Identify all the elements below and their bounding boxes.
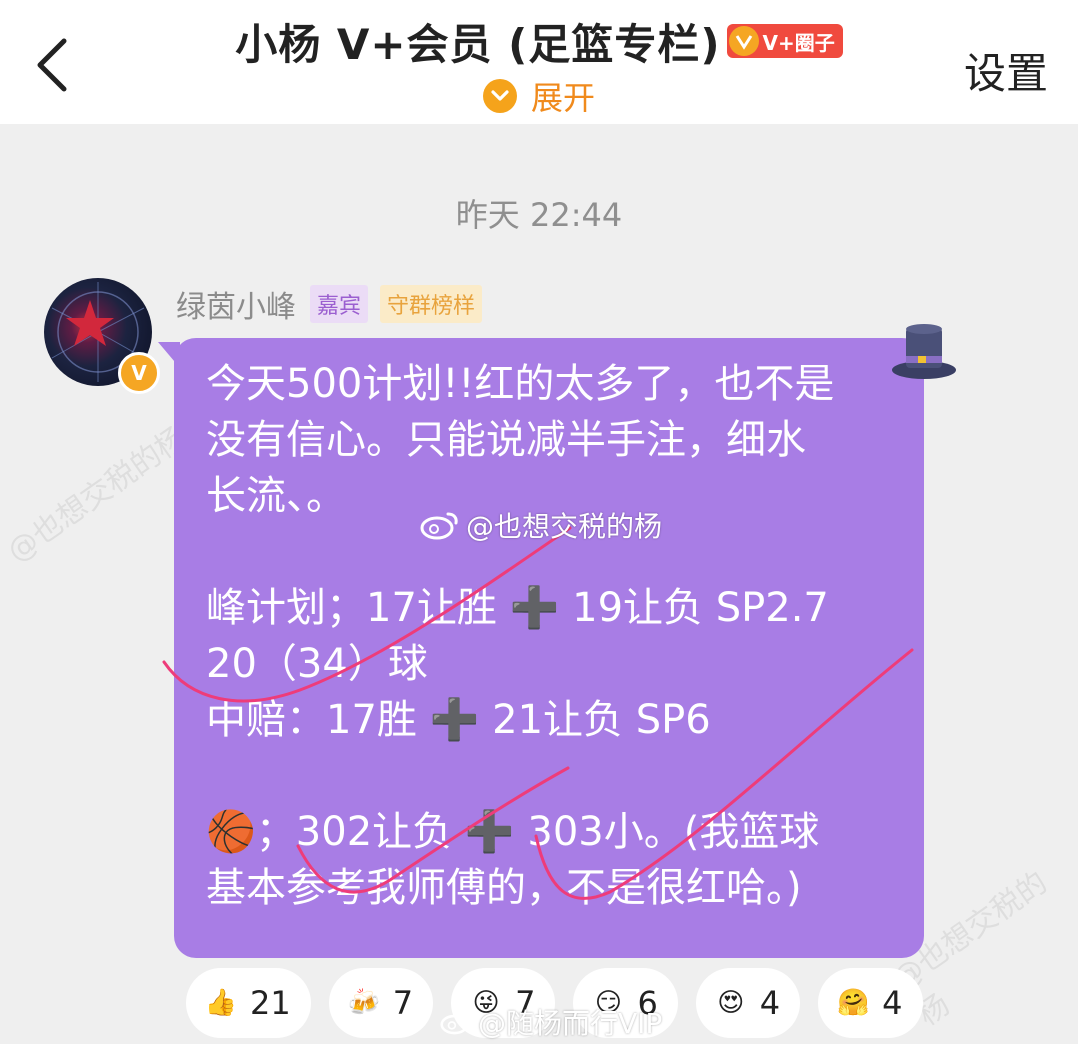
message-text: 今天500计划!!红的太多了，也不是 没有信心。只能说减半手注，细水 长流、。 …	[206, 356, 896, 916]
background-watermark: @也想交税的杨	[0, 420, 194, 570]
sender-row: 绿茵小峰 嘉宾 守群榜样	[176, 282, 483, 326]
message-line: 今天500计划!!红的太多了，也不是	[206, 361, 835, 407]
honor-tag: 守群榜样	[380, 285, 483, 323]
reaction-count: 4	[882, 984, 903, 1022]
chevron-down-icon	[482, 79, 517, 113]
reaction-count: 7	[392, 984, 414, 1022]
page-title: 小杨 V+会员 (足篮专栏)	[235, 19, 721, 69]
message-line: 20（34）球	[206, 641, 428, 687]
hug-face-icon: 🤗	[836, 988, 870, 1018]
weibo-logo-icon	[440, 1011, 473, 1035]
weibo-logo-icon	[420, 512, 458, 540]
watermark-text: @随杨而行VIP	[478, 1007, 663, 1040]
top-bar: 小杨 V+会员 (足篮专栏) V+圈子 展开 设置	[0, 0, 1078, 124]
reaction-chip[interactable]: 😍 4	[695, 968, 801, 1038]
reaction-count: 21	[250, 984, 291, 1022]
avatar[interactable]: V	[44, 278, 160, 394]
reaction-chip[interactable]: 🤗 4	[818, 968, 923, 1038]
reaction-count: 4	[759, 984, 781, 1022]
message-line: 中赔：17胜 ➕ 21让负 SP6	[206, 697, 711, 743]
heart-eyes-icon: 😍	[717, 988, 745, 1018]
title-row: 小杨 V+会员 (足篮专栏) V+圈子	[0, 10, 1078, 72]
thumbs-up-icon: 👍	[204, 988, 238, 1018]
weibo-watermark: @也想交税的杨	[420, 505, 662, 545]
expand-label: 展开	[530, 79, 595, 117]
watermark-text: @也想交税的杨	[466, 510, 663, 543]
weibo-watermark: @随杨而行VIP	[440, 1002, 662, 1042]
guest-tag: 嘉宾	[310, 285, 369, 323]
message-line: 基本参考我师傅的，不是很红哈。)	[206, 865, 802, 911]
expand-toggle[interactable]: 展开	[0, 74, 1078, 118]
message-line: 🏀；302让负 ➕ 303小。(我篮球	[206, 809, 820, 855]
reaction-chip[interactable]: 🍻 7	[328, 968, 434, 1038]
verified-badge-icon: V	[118, 352, 160, 394]
message-line: 没有信心。只能说减半手注，细水	[206, 417, 806, 463]
reaction-chip[interactable]: 👍 21	[186, 968, 311, 1038]
vplus-badge-label: V+圈子	[762, 30, 835, 55]
message-line: 长流、。	[206, 473, 346, 519]
beer-cheers-icon: 🍻	[347, 988, 380, 1018]
sender-name[interactable]: 绿茵小峰	[176, 282, 296, 326]
vplus-icon	[728, 26, 759, 56]
message-timestamp: 昨天 22:44	[455, 196, 623, 234]
vplus-circle-badge[interactable]: V+圈子	[726, 24, 843, 58]
message-line: 峰计划；17让胜 ➕ 19让负 SP2.7	[206, 585, 829, 631]
top-hat-icon	[892, 324, 956, 379]
settings-button[interactable]: 设置	[964, 40, 1048, 101]
